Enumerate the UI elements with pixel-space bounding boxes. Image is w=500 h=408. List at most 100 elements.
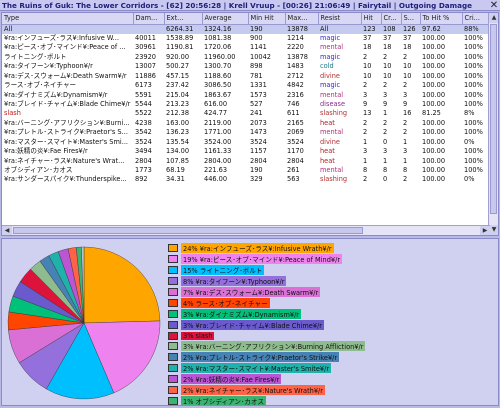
legend-item: 7% ¥ra:デス･スウォーム¥:Death Swarm¥/r (168, 287, 498, 298)
legend-item: 4% ラース･オブ･ネイチャー (168, 297, 498, 308)
table-row[interactable]: ¥ra:インフューズ･ラス¥:Infusive W... 40011 1538.89… (2, 34, 490, 43)
table-cell-avg: 221.63 (204, 166, 228, 175)
column-header[interactable]: Cr... (381, 13, 402, 25)
vertical-scrollbar[interactable]: ▲ ▼ (488, 13, 498, 235)
table-cell-s: 2 (403, 128, 408, 137)
pie-chart (7, 246, 161, 400)
table-cell-tohit: 100.00 (422, 43, 446, 52)
scroll-left-icon[interactable]: ◀ (2, 226, 12, 235)
table-cell-type: ¥ra:マスター･スマイト¥:Master's Smi... (4, 137, 129, 146)
table-cell-s: 37 (403, 33, 412, 42)
table-cell-max: 2069 (287, 128, 304, 137)
table-cell-min: 241 (250, 109, 263, 118)
column-header[interactable]: Dam... (133, 13, 165, 25)
table-row[interactable]: ¥ra:バーニング･アフリクション¥:Burni... 4238 163.00 211… (2, 119, 490, 128)
table-row[interactable]: ¥ra:ブレイド･チャイム¥:Blade Chime¥/r 5544 213.23 6… (2, 100, 490, 109)
legend-item: 19% ¥ra:ピース･オブ･マインド¥:Peace of Mind¥/r (168, 254, 498, 265)
table-cell-cri: 100% (464, 147, 483, 156)
scroll-right-icon[interactable]: ▶ (480, 226, 490, 235)
table-cell-hit: 3 (363, 147, 368, 156)
table-cell-hit: 10 (363, 62, 372, 71)
table-cell-cri: 100% (464, 62, 483, 71)
legend-swatch (168, 396, 178, 405)
table-cell-min: 3524 (250, 137, 267, 146)
table-row[interactable]: All 6264.31 1324.16 190 13878 All 123 108 126 97.… (2, 24, 490, 34)
table-cell-min: 1331 (250, 81, 267, 90)
table-cell-dam: 5544 (135, 99, 152, 108)
table-row[interactable]: ¥ra:タイフーン¥:Typhoon¥/r 13007 500.27 1300.70 8… (2, 62, 490, 71)
table-cell-cri: 100% (464, 99, 483, 108)
legend-item: 2% ¥ra:ネイチャー･ラス¥:Nature's Wrath¥/r (168, 385, 498, 396)
table-cell-ext: 107.85 (166, 156, 190, 165)
column-header[interactable]: Max... (285, 13, 319, 25)
table-cell-avg: 3086.50 (204, 81, 232, 90)
table-cell-cr: 0 (383, 175, 388, 184)
table-row[interactable]: ライトニング･ボルト 23920 920.00 11960.00 10042 13878 m… (2, 53, 490, 62)
scroll-thumb[interactable] (490, 24, 497, 214)
legend-item: 15% ライトニング･ボルト (168, 265, 498, 276)
table-row[interactable]: ¥ra:プレトル･ストライク¥:Praetor's S... 3542 136.23… (2, 128, 490, 137)
table-cell-ext: 920.00 (166, 52, 190, 61)
table-cell-resist: slashing (320, 109, 348, 118)
legend-label: 1% オブシディアン･カオス (181, 395, 267, 406)
table-cell-cri: 100% (464, 156, 483, 165)
table-cell-cr: 1 (383, 156, 388, 165)
table-cell-max: 2316 (287, 90, 304, 99)
column-header[interactable]: Type (2, 13, 134, 25)
table-cell-resist: heat (320, 147, 335, 156)
column-header[interactable]: To Hit % (420, 13, 463, 25)
column-header[interactable]: Min Hit (248, 13, 286, 25)
table-row[interactable]: ¥ra:ダイナミズム¥:Dynamism¥/r 5591 215.04 1863.67… (2, 91, 490, 100)
table-cell-type: slash (4, 109, 21, 118)
column-header[interactable]: Hit (361, 13, 382, 25)
table-cell-cri: 100% (464, 52, 483, 61)
table-cell-cri: 100% (464, 81, 483, 90)
table-cell-resist: disease (320, 99, 346, 108)
chart-legend: 24% ¥ra:インフューズ･ラス¥:Infusive Wrath¥/r 19% … (168, 243, 498, 406)
table-cell-s: 126 (401, 24, 420, 34)
table-cell-cri: 8% (464, 109, 475, 118)
table-row[interactable]: slash 5522 212.38 424.77 241 611 slashing 13 1 16… (2, 109, 490, 118)
table-cell-type: ¥ra:タイフーン¥:Typhoon¥/r (4, 62, 93, 71)
table-cell-tohit: 100.00 (422, 137, 446, 146)
table-cell-avg: 1324.16 (202, 24, 248, 34)
table-cell-min: 781 (250, 71, 263, 80)
table-row[interactable]: ¥ra:マスター･スマイト¥:Master's Smi... 3524 135.54… (2, 138, 490, 147)
table-row[interactable]: ¥ra:サンダースパイク¥:Thunderspike... 892 34.31 446… (2, 175, 490, 184)
table-row[interactable]: ¥ra:デス･スウォーム¥:Death Swarm¥/r 11886 457.15 1… (2, 72, 490, 81)
table-row[interactable]: ¥ra:ピース･オブ･マインド¥:Peace of ... 30961 1190.8… (2, 43, 490, 52)
scroll-up-icon[interactable]: ▲ (489, 13, 498, 23)
table-row[interactable]: ¥ra:妖精の炎¥:Fae Fires¥/r 3494 134.00 1161.33 1… (2, 147, 490, 156)
table-cell-avg: 1188.60 (204, 71, 232, 80)
table-cell-s: 9 (403, 99, 408, 108)
table-cell-resist: cold (320, 62, 334, 71)
legend-label: 7% ¥ra:デス･スウォーム¥:Death Swarm¥/r (181, 287, 321, 297)
table-cell-cri: 100% (464, 118, 483, 127)
table-cell-dam: 2804 (135, 156, 152, 165)
table-row[interactable]: オブシディアン･カオス 1773 68.19 221.63 190 261 mental 8 8… (2, 166, 490, 175)
table-cell-resist: mental (320, 90, 344, 99)
table-cell-cri: 0% (464, 175, 475, 184)
table-row[interactable]: ¥ra:ネイチャー･ラス¥:Nature's Wrat... 2804 107.85… (2, 157, 490, 166)
column-header[interactable]: Average (202, 13, 249, 25)
horizontal-scrollbar[interactable]: ◀ ▶ (2, 225, 490, 235)
table-cell-dam: 11886 (135, 71, 156, 80)
table-cell-s: 2 (403, 52, 408, 61)
table-row[interactable]: ラース･オブ･ネイチャー 6173 237.42 3086.50 1331 4842 mag… (2, 81, 490, 90)
table-cell-ext: 68.19 (166, 166, 185, 175)
table-cell-tohit: 100.00 (422, 166, 446, 175)
table-cell-resist: All (318, 24, 361, 34)
table-cell-avg: 1720.06 (204, 43, 232, 52)
table-cell-avg: 424.77 (204, 109, 228, 118)
table-cell-type: ¥ra:ピース･オブ･マインド¥:Peace of ... (4, 43, 126, 52)
table-cell-ext: 237.42 (166, 81, 190, 90)
table-cell-type: All (2, 24, 133, 34)
scroll-down-icon[interactable]: ▼ (489, 225, 498, 235)
column-header[interactable]: Ext... (164, 13, 203, 25)
close-icon[interactable]: ✕ (488, 0, 500, 11)
hscroll-thumb[interactable] (13, 227, 363, 234)
column-header[interactable]: Resist (318, 13, 362, 25)
column-header[interactable]: Cri... (462, 13, 491, 25)
column-header[interactable]: S... (401, 13, 421, 25)
table-cell-ext: 136.23 (166, 128, 190, 137)
